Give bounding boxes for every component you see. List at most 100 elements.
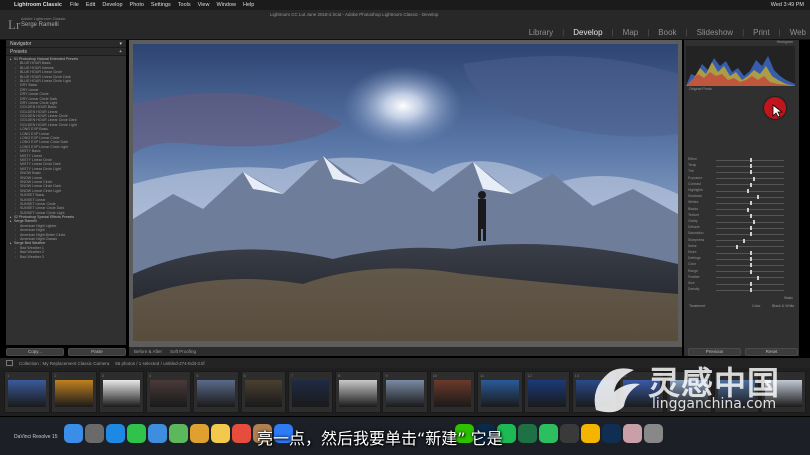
chrome-icon[interactable] bbox=[581, 424, 600, 443]
filmstrip-thumbnail[interactable]: 4 bbox=[145, 371, 192, 413]
filmstrip-thumbnail[interactable]: 10 bbox=[429, 371, 476, 413]
slider-knob[interactable] bbox=[750, 226, 752, 231]
notes-icon[interactable] bbox=[211, 424, 230, 443]
slider-knob[interactable] bbox=[750, 263, 752, 268]
develop-photo[interactable] bbox=[133, 44, 678, 341]
slider-knob[interactable] bbox=[750, 201, 752, 206]
slider-row[interactable]: Defringe bbox=[688, 256, 796, 262]
slider-knob[interactable] bbox=[750, 232, 752, 237]
slider-knob[interactable] bbox=[750, 213, 752, 218]
slider-row[interactable]: Size bbox=[688, 281, 796, 286]
finder-icon[interactable] bbox=[64, 424, 83, 443]
slider-row[interactable]: Saturation bbox=[688, 231, 796, 237]
safari-icon[interactable] bbox=[106, 424, 125, 443]
filmstrip-thumbnail[interactable]: 8 bbox=[335, 371, 381, 413]
slider-track[interactable] bbox=[716, 240, 784, 242]
treatment-color-option[interactable]: Color bbox=[752, 304, 761, 308]
slider-row[interactable]: Density bbox=[688, 287, 796, 293]
before-after-toggle[interactable]: Before & After bbox=[134, 349, 162, 354]
calendar-icon[interactable] bbox=[232, 424, 251, 443]
slider-knob[interactable] bbox=[750, 282, 752, 286]
slider-row[interactable]: Dehaze bbox=[688, 225, 796, 231]
slider-row[interactable]: Texture bbox=[688, 213, 796, 218]
slider-knob[interactable] bbox=[750, 251, 752, 255]
filmstrip-thumbnail[interactable]: 7 bbox=[287, 371, 334, 413]
slider-knob[interactable] bbox=[743, 238, 746, 243]
filmstrip-thumbnail[interactable]: 6 bbox=[240, 371, 286, 413]
slider-row[interactable]: Sharpness bbox=[688, 238, 796, 243]
menu-view[interactable]: View bbox=[198, 2, 210, 8]
slider-knob[interactable] bbox=[756, 275, 759, 280]
slider-row[interactable]: Feather bbox=[688, 275, 796, 280]
slider-track[interactable] bbox=[716, 178, 784, 180]
navigator-panel-header[interactable]: Navigator ▾ bbox=[6, 40, 126, 48]
preset-item[interactable]: Bad Weather 3 bbox=[10, 255, 126, 260]
module-print[interactable]: Print bbox=[753, 28, 769, 37]
menu-develop[interactable]: Develop bbox=[102, 2, 122, 8]
menubar-clock[interactable]: Wed 3:49 PM bbox=[771, 2, 804, 8]
menu-settings[interactable]: Settings bbox=[151, 2, 171, 8]
slider-row[interactable]: Color bbox=[688, 262, 796, 268]
module-develop[interactable]: Develop bbox=[573, 28, 602, 37]
slider-track[interactable] bbox=[716, 196, 784, 198]
slider-knob[interactable] bbox=[750, 158, 752, 162]
slider-row[interactable]: Highlights bbox=[688, 188, 796, 193]
slider-row[interactable]: Effect bbox=[688, 157, 796, 162]
excel-icon[interactable] bbox=[518, 424, 537, 443]
navigator-zoom-icon[interactable]: ▾ bbox=[119, 41, 122, 47]
filmstrip-thumbnail[interactable]: 5 bbox=[193, 371, 239, 413]
slider-row[interactable]: Range bbox=[688, 269, 796, 274]
maps-icon[interactable] bbox=[169, 424, 188, 443]
histogram-label[interactable]: Histogram bbox=[777, 40, 793, 44]
menu-help[interactable]: Help bbox=[243, 2, 254, 8]
messages-icon[interactable] bbox=[127, 424, 146, 443]
photos-icon[interactable] bbox=[190, 424, 209, 443]
grid-view-icon[interactable] bbox=[6, 360, 13, 366]
menu-file[interactable]: File bbox=[70, 2, 79, 8]
slider-knob[interactable] bbox=[746, 189, 749, 193]
dock-app-label[interactable]: DaVinci Resolve 15 bbox=[14, 434, 58, 440]
reset-button[interactable]: Reset bbox=[745, 348, 798, 356]
module-slideshow[interactable]: Slideshow bbox=[697, 28, 733, 37]
slider-row[interactable]: Whites bbox=[688, 200, 796, 206]
filmstrip-thumbnail[interactable]: 11 bbox=[477, 371, 523, 413]
paste-button[interactable]: Paste bbox=[68, 348, 126, 356]
mail-icon[interactable] bbox=[148, 424, 167, 443]
slider-row[interactable]: Clarity bbox=[688, 219, 796, 224]
slider-knob[interactable] bbox=[736, 244, 739, 249]
menu-edit[interactable]: Edit bbox=[86, 2, 95, 8]
trash-icon[interactable] bbox=[644, 424, 663, 443]
slider-knob[interactable] bbox=[750, 164, 752, 169]
slider-row[interactable]: Blacks bbox=[688, 207, 796, 212]
slider-track[interactable] bbox=[716, 221, 784, 223]
slider-knob[interactable] bbox=[753, 176, 756, 181]
filmstrip-thumbnail[interactable]: 2 bbox=[51, 371, 97, 413]
slider-track[interactable] bbox=[716, 277, 784, 279]
slider-knob[interactable] bbox=[756, 195, 759, 200]
slider-row[interactable]: Moire bbox=[688, 250, 796, 255]
filmstrip-source[interactable]: Collection : My Replacement Classic Came… bbox=[19, 361, 109, 366]
slider-row[interactable]: Exposure bbox=[688, 176, 796, 181]
basic-panel-label[interactable]: Basic bbox=[784, 296, 793, 300]
davinci-icon[interactable] bbox=[560, 424, 579, 443]
filmstrip-thumbnail[interactable]: 3 bbox=[98, 371, 145, 413]
launchpad-icon[interactable] bbox=[85, 424, 104, 443]
identity-plate[interactable]: Adobe Lightroom Classic Serge Ramelli bbox=[21, 16, 65, 28]
menu-photo[interactable]: Photo bbox=[130, 2, 144, 8]
lightroom-icon[interactable] bbox=[602, 424, 621, 443]
soft-proofing-checkbox[interactable]: Soft Proofing bbox=[170, 349, 196, 354]
slider-row[interactable]: Tint bbox=[688, 169, 796, 175]
slider-row[interactable]: Noise bbox=[688, 244, 796, 249]
original-photo-checkbox[interactable]: Original Photo bbox=[689, 87, 712, 91]
slider-row[interactable]: Shadows bbox=[688, 194, 796, 200]
slider-knob[interactable] bbox=[753, 220, 756, 224]
slider-track[interactable] bbox=[716, 190, 784, 192]
slider-knob[interactable] bbox=[750, 257, 752, 262]
add-preset-icon[interactable]: + bbox=[119, 49, 122, 55]
presets-panel-header[interactable]: Presets + bbox=[6, 48, 126, 56]
slider-row[interactable]: Contrast bbox=[688, 182, 796, 187]
menubar-app-name[interactable]: Lightroom Classic bbox=[14, 2, 62, 8]
slider-knob[interactable] bbox=[750, 170, 752, 175]
slider-track[interactable] bbox=[716, 209, 784, 211]
slider-track[interactable] bbox=[716, 246, 784, 248]
